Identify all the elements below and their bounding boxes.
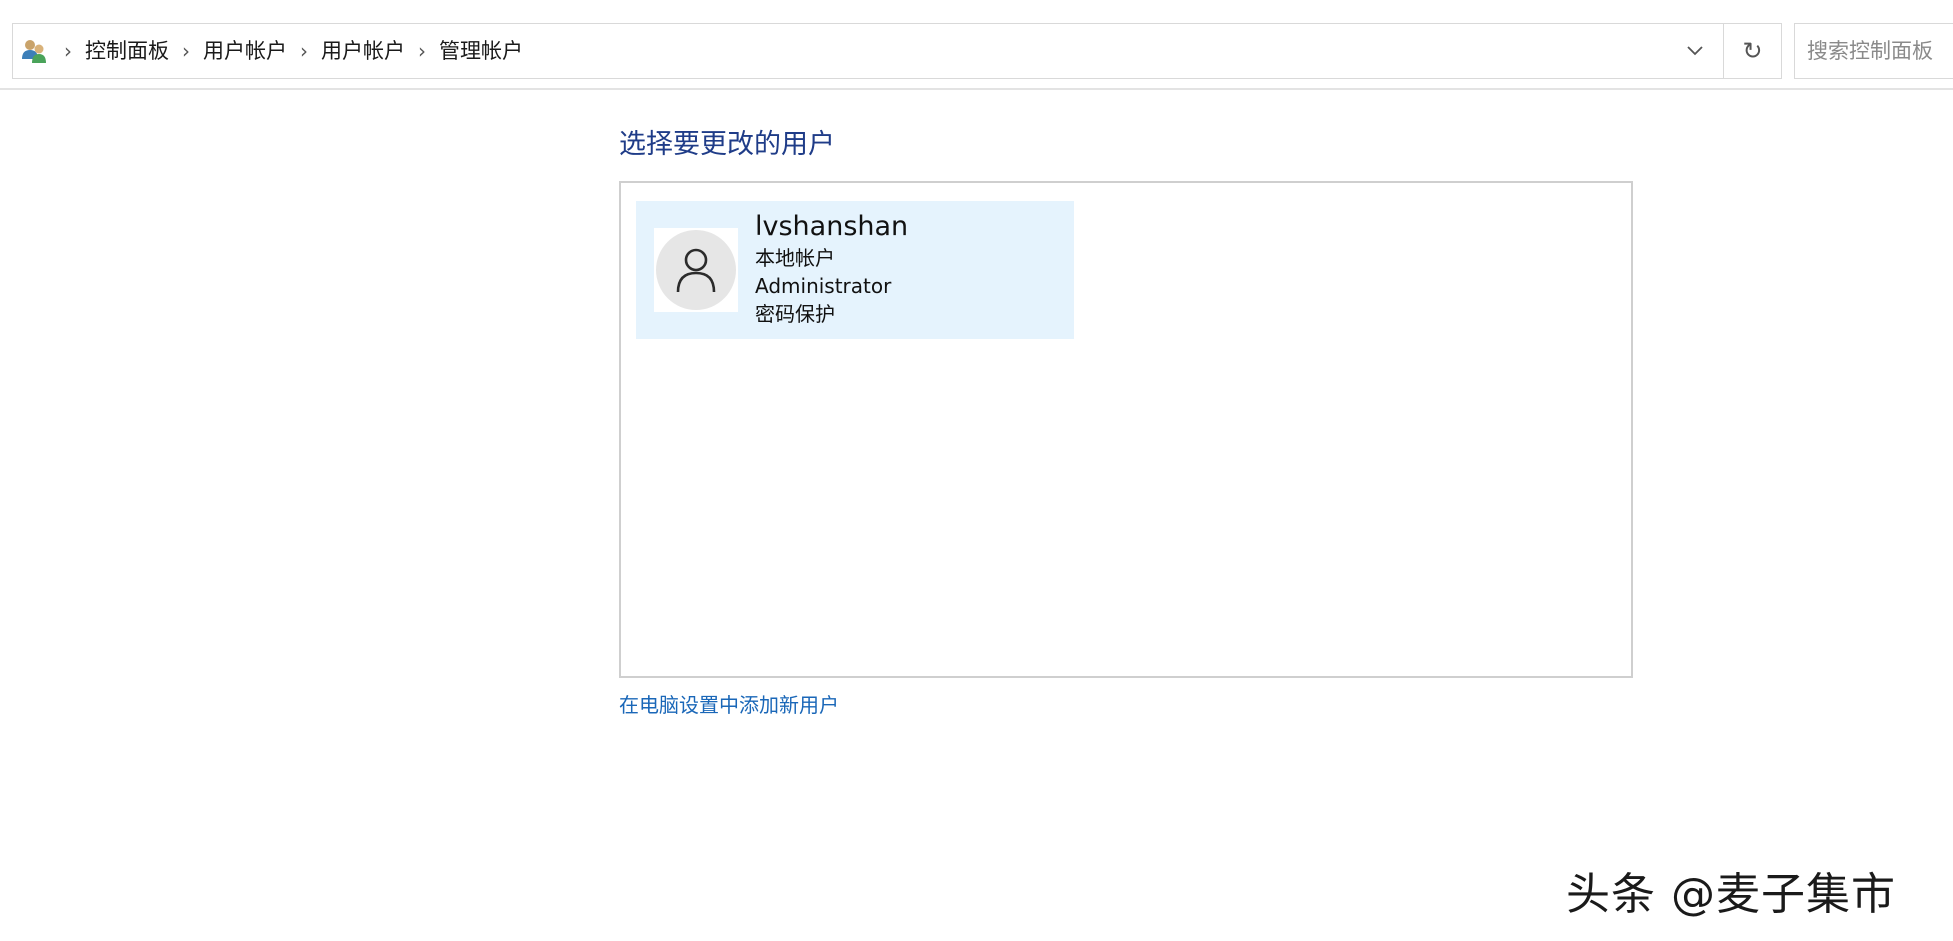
user-avatar-icon (656, 230, 736, 310)
breadcrumb: › 控制面板 › 用户帐户 › 用户帐户 › 管理帐户 (51, 24, 523, 78)
add-new-user-link[interactable]: 在电脑设置中添加新用户 (619, 689, 839, 718)
chevron-right-icon[interactable]: › (405, 23, 439, 79)
user-tile[interactable]: lvshanshan 本地帐户 Administrator 密码保护 (636, 201, 1074, 339)
user-list-panel: lvshanshan 本地帐户 Administrator 密码保护 (619, 181, 1633, 678)
user-account-type: 本地帐户 (755, 246, 835, 270)
user-security: 密码保护 (755, 302, 835, 326)
breadcrumb-manage-accounts[interactable]: 管理帐户 (439, 23, 523, 79)
address-toolbar: › 控制面板 › 用户帐户 › 用户帐户 › 管理帐户 ↻ (0, 0, 1953, 90)
users-icon (17, 34, 51, 68)
chevron-right-icon[interactable]: › (51, 23, 85, 79)
address-history-dropdown[interactable] (1666, 24, 1723, 78)
watermark: 头条 @麦子集市 (1566, 869, 1896, 920)
breadcrumb-user-accounts[interactable]: 用户帐户 (203, 23, 287, 79)
search-box[interactable] (1794, 23, 1953, 79)
chevron-right-icon[interactable]: › (287, 23, 321, 79)
page-title: 选择要更改的用户 (619, 129, 835, 160)
user-role: Administrator (755, 274, 892, 298)
user-name: lvshanshan (755, 211, 909, 242)
refresh-icon: ↻ (1742, 37, 1763, 65)
user-info: lvshanshan 本地帐户 Administrator 密码保护 (755, 210, 908, 328)
avatar (654, 228, 738, 312)
refresh-button[interactable]: ↻ (1724, 23, 1782, 79)
chevron-right-icon[interactable]: › (169, 23, 203, 79)
address-bar[interactable]: › 控制面板 › 用户帐户 › 用户帐户 › 管理帐户 (12, 23, 1724, 79)
search-input[interactable] (1807, 39, 1953, 63)
breadcrumb-control-panel[interactable]: 控制面板 (85, 23, 169, 79)
chevron-down-icon (1686, 46, 1703, 56)
breadcrumb-user-accounts-sub[interactable]: 用户帐户 (321, 23, 405, 79)
